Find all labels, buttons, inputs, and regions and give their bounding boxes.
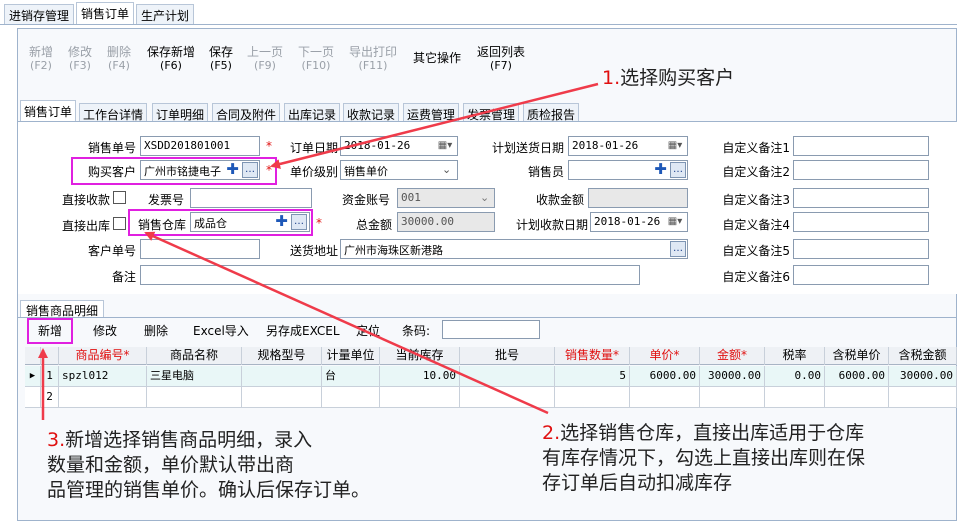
- note-2-line2: 有库存情况下，勾选上直接出库则在保: [542, 447, 866, 469]
- note-3: 3.新增选择销售商品明细，录入数量和金额，单价默认带出商品管理的销售单价。确认后…: [47, 428, 370, 503]
- note-3-line1: 新增选择销售商品明细，录入: [65, 429, 313, 451]
- note-1: 1.选择购买客户: [602, 66, 734, 91]
- note-2: 2.选择销售仓库，直接出库适用于仓库有库存情况下，勾选上直接出库则在保 存订单后自…: [542, 421, 865, 496]
- note-3-line2: 数量和金额，单价默认带出商: [47, 454, 295, 476]
- note-2-number: 2.: [542, 422, 561, 444]
- arrow-to-customer: [270, 82, 599, 169]
- note-2-line1: 选择销售仓库，直接出库适用于仓库: [560, 422, 865, 444]
- note-3-line3: 品管理的销售单价。确认后保存订单。: [47, 479, 371, 501]
- arrow-to-warehouse: [144, 231, 549, 415]
- note-3-number: 3.: [47, 429, 66, 451]
- note-1-number: 1.: [602, 67, 621, 89]
- note-2-line3: 存订单后自动扣减库存: [542, 472, 733, 494]
- note-1-text: 选择购买客户: [620, 67, 735, 89]
